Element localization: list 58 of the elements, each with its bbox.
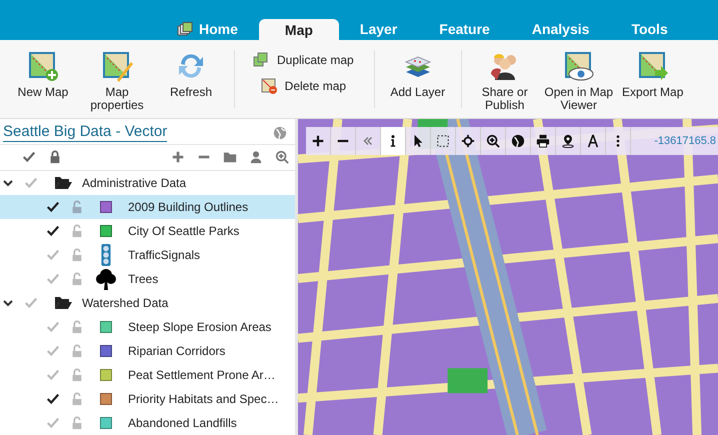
map-coordinate: -13617165.8 <box>654 135 717 147</box>
ribbon-button[interactable]: Delete map <box>256 76 350 96</box>
layer-row[interactable]: Peat Settlement Prone Ar… <box>0 363 295 387</box>
check-all-icon[interactable] <box>22 150 36 164</box>
visibility-check-icon[interactable] <box>24 176 38 190</box>
layer-row[interactable]: Abandoned Landfills <box>0 411 295 435</box>
lock-icon[interactable] <box>48 150 62 164</box>
ribbon-button[interactable]: Add Layer <box>380 50 455 99</box>
visibility-check-icon[interactable] <box>46 224 60 238</box>
folder-icon[interactable] <box>223 150 237 164</box>
tree-icon <box>96 268 116 290</box>
ribbon-tab[interactable]: Map <box>258 19 339 40</box>
layer-row[interactable]: 2009 Building Outlines <box>0 195 295 219</box>
layer-row[interactable]: Riparian Corridors <box>0 339 295 363</box>
info-button[interactable] <box>381 127 406 155</box>
globe-icon[interactable] <box>273 126 287 140</box>
crosshair-icon <box>461 134 475 148</box>
compass-icon <box>586 134 600 148</box>
map-title-link[interactable]: Seattle Big Data - Vector <box>3 123 168 142</box>
folder-open-icon <box>54 176 72 190</box>
map-pin-icon <box>561 134 575 148</box>
layer-group-name[interactable]: Watershed Data <box>82 296 168 310</box>
zoom-to-layer-icon[interactable] <box>275 150 289 164</box>
layer-row[interactable]: Steep Slope Erosion Areas <box>0 315 295 339</box>
layer-row[interactable]: Priority Habitats and Spec… <box>0 387 295 411</box>
visibility-check-icon[interactable] <box>46 344 60 358</box>
print-icon <box>536 134 550 148</box>
ribbon-button[interactable]: New Map <box>6 50 80 99</box>
globe-icon <box>511 134 525 148</box>
visibility-check-icon[interactable] <box>46 272 60 286</box>
layer-row[interactable]: City Of Seattle Parks <box>0 219 295 243</box>
ribbon-button[interactable]: Map properties <box>80 50 154 112</box>
ribbon-button[interactable]: Duplicate map <box>249 50 358 70</box>
map-eye-icon <box>562 50 595 82</box>
layer-row[interactable]: Trees <box>0 267 295 291</box>
layer-row[interactable]: TrafficSignals <box>0 243 295 267</box>
layer-group-name[interactable]: Administrative Data <box>82 176 186 190</box>
visibility-check-icon[interactable] <box>46 392 60 406</box>
user-icon[interactable] <box>249 150 263 164</box>
traffic-light-icon <box>101 244 111 266</box>
ribbon-button[interactable]: Share or Publish <box>468 50 542 112</box>
dashed-square-icon <box>436 134 450 148</box>
ribbon-button[interactable]: Refresh <box>154 50 228 99</box>
visibility-check-icon[interactable] <box>46 320 60 334</box>
visibility-check-icon[interactable] <box>24 296 38 310</box>
copy-icon <box>253 52 269 68</box>
ribbon-button[interactable]: Open in Map Viewer <box>542 50 616 112</box>
map-remove-icon <box>260 78 277 94</box>
visibility-check-icon[interactable] <box>46 368 60 382</box>
visibility-check-icon[interactable] <box>46 248 60 262</box>
visibility-check-icon[interactable] <box>46 416 60 430</box>
visibility-check-icon[interactable] <box>46 200 60 214</box>
plus-icon[interactable] <box>171 150 185 164</box>
folder-open-icon <box>54 296 72 310</box>
zoom-in-icon <box>486 134 500 148</box>
ribbon-button[interactable]: Export Map <box>616 50 690 99</box>
pages-icon <box>177 21 193 37</box>
plus-icon <box>311 134 325 148</box>
